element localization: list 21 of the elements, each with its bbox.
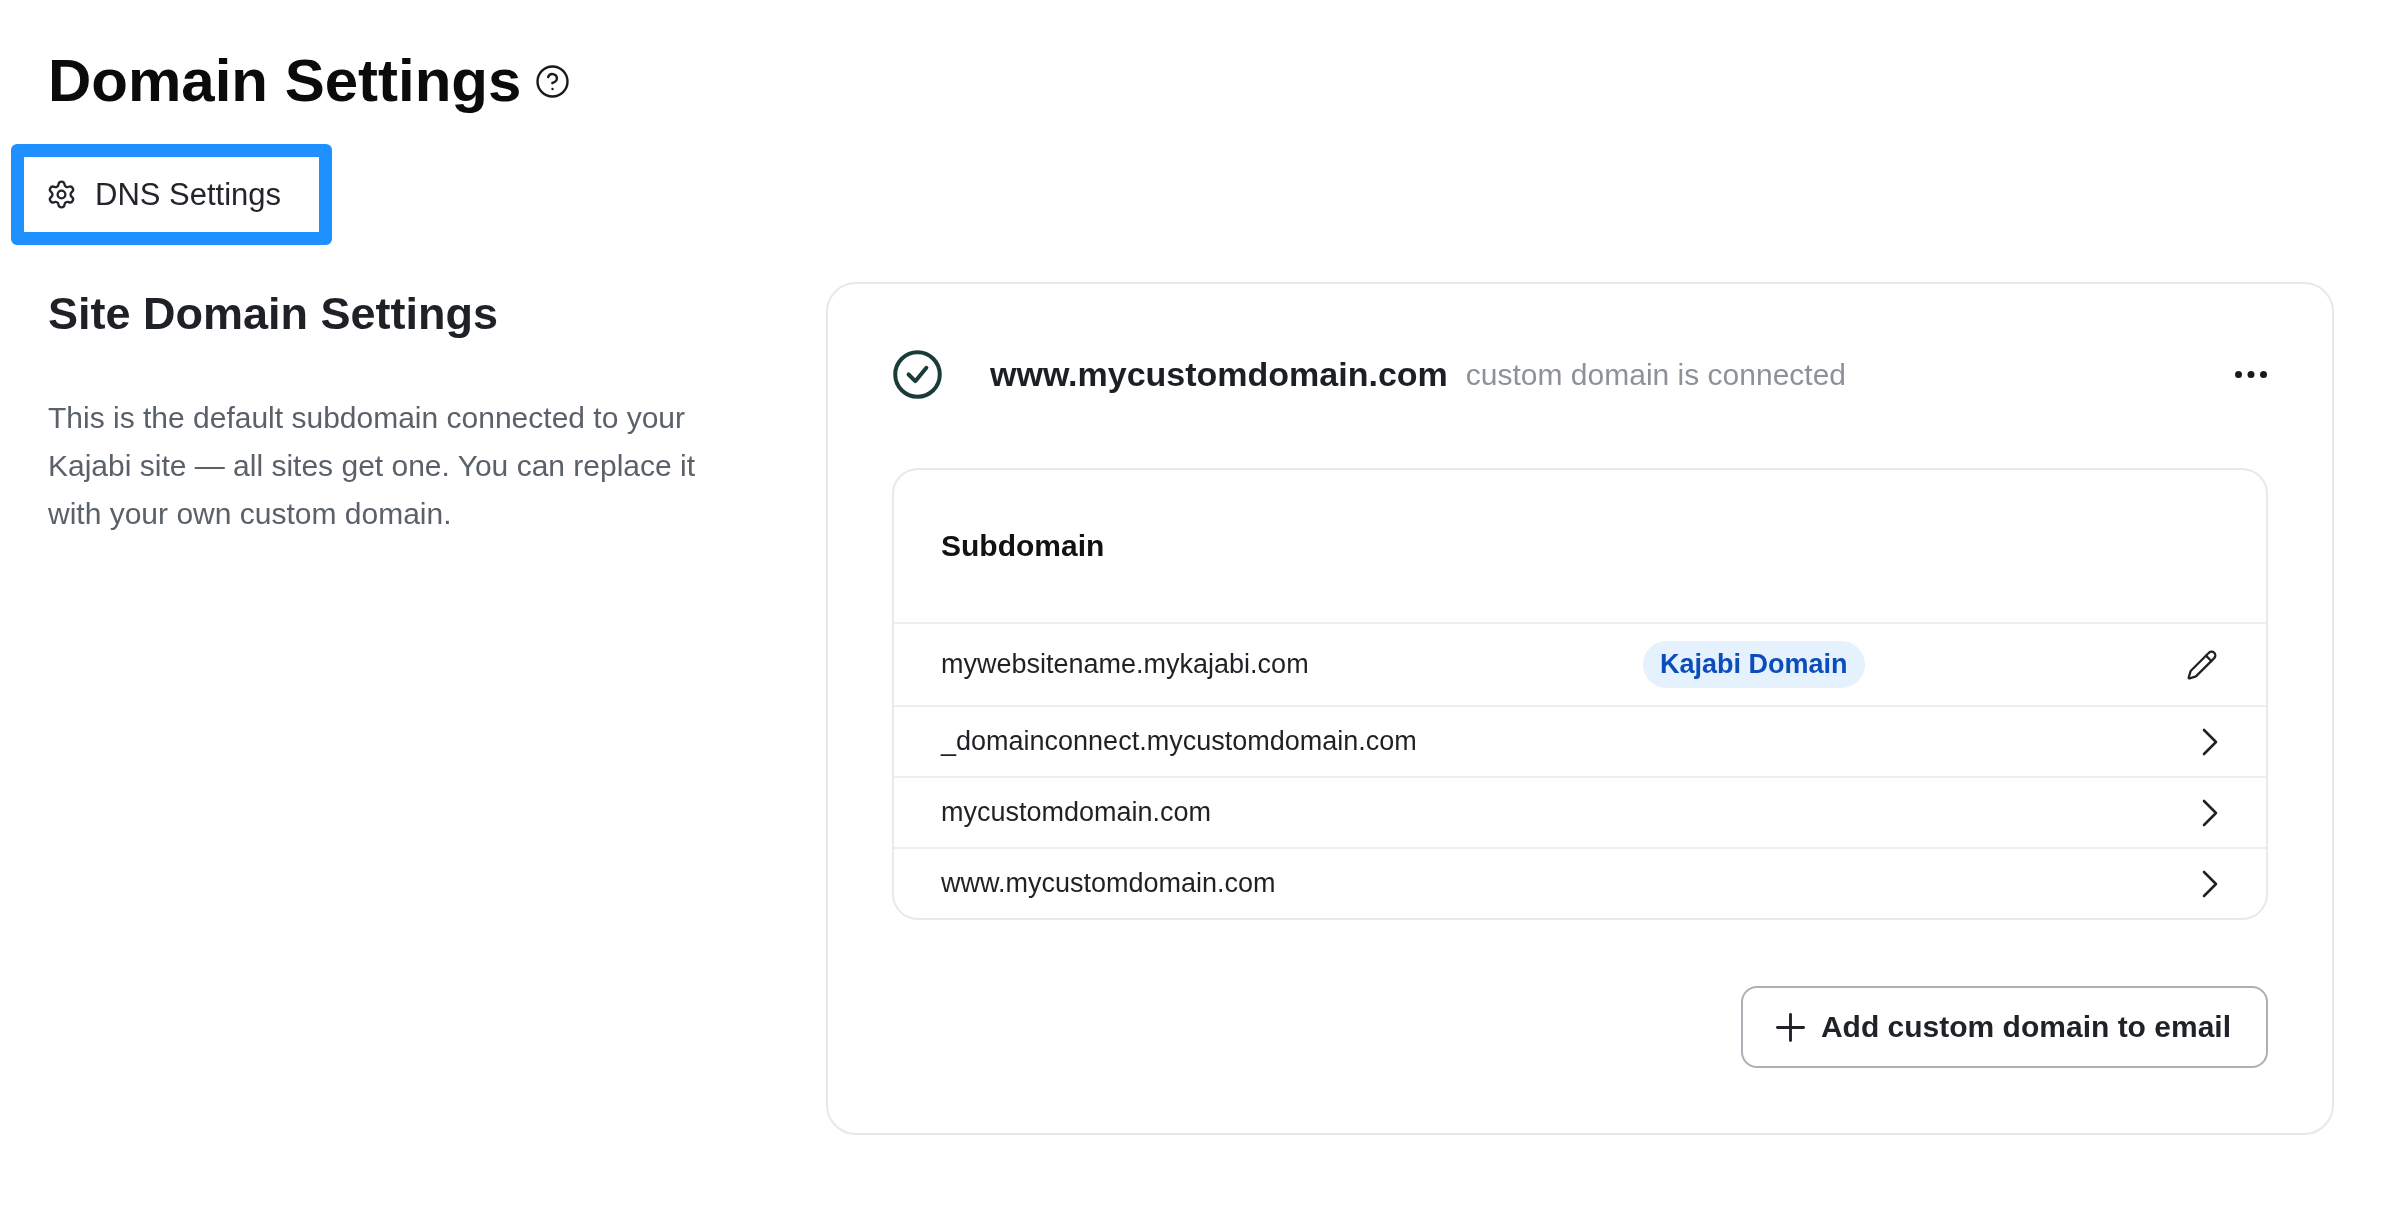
pencil-icon[interactable] <box>2186 648 2218 681</box>
section-description: This is the default subdomain connected to your Kajabi site — all sites get one. You can replace it with your own custom domain. <box>48 400 697 532</box>
add-domain-button[interactable]: Add custom domain to email <box>1740 986 2268 1068</box>
chevron-right-icon[interactable] <box>2202 869 2218 898</box>
help-icon[interactable] <box>536 64 570 98</box>
subdomain-name: mycustomdomain.com <box>941 797 1212 828</box>
page-title: Domain Settings <box>48 46 522 116</box>
subdomain-name: _domainconnect.mycustomdomain.com <box>941 726 1417 757</box>
domain-tag: Kajabi Domain <box>1643 641 1865 688</box>
dns-settings-button[interactable]: DNS Settings <box>11 144 333 245</box>
plus-icon <box>1775 1012 1805 1042</box>
connection-status: custom domain is connected <box>1465 357 1847 392</box>
subdomain-name: mywebsitename.mykajabi.com <box>941 649 1309 680</box>
section-heading: Site Domain Settings <box>48 287 499 341</box>
more-options-icon[interactable] <box>2235 371 2267 378</box>
chevron-right-icon[interactable] <box>2202 727 2218 756</box>
table-heading: Subdomain <box>941 529 1105 563</box>
subdomain-name: www.mycustomdomain.com <box>941 868 1276 899</box>
domain-name: www.mycustomdomain.com <box>990 355 1448 394</box>
gear-icon <box>46 179 77 210</box>
chevron-right-icon[interactable] <box>2202 798 2218 827</box>
